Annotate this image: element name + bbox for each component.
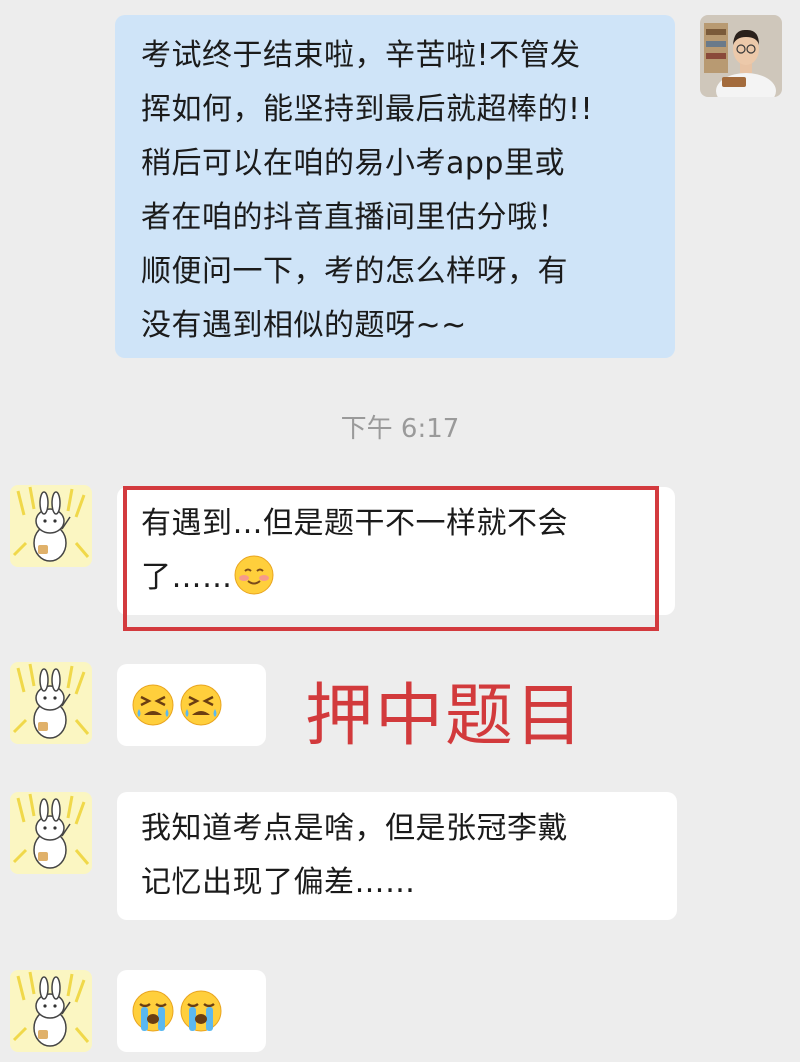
incoming-message-bubble[interactable]: 我知道考点是啥，但是张冠李戴 记忆出现了偏差…… <box>117 792 677 920</box>
student-avatar[interactable] <box>10 485 92 567</box>
loudly-crying-face-icon <box>180 990 222 1032</box>
student-avatar[interactable] <box>10 970 92 1052</box>
outgoing-message-bubble[interactable]: 考试终于结束啦，辛苦啦!不管发 挥如何，能坚持到最后就超棒的!! 稍后可以在咱的… <box>115 15 675 358</box>
bunny-sticker-icon <box>10 662 92 744</box>
incoming-emoji-bubble[interactable] <box>117 664 266 746</box>
timestamp: 下午 6:17 <box>340 414 460 444</box>
teacher-avatar[interactable] <box>700 15 782 97</box>
student-avatar[interactable] <box>10 662 92 744</box>
message-text: 考试终于结束啦，辛苦啦!不管发 挥如何，能坚持到最后就超棒的!! 稍后可以在咱的… <box>141 38 594 343</box>
tired-face-icon <box>132 684 174 726</box>
bunny-sticker-icon <box>10 485 92 567</box>
incoming-emoji-bubble[interactable] <box>117 970 266 1052</box>
tired-face-icon <box>180 684 222 726</box>
bunny-sticker-icon <box>10 792 92 874</box>
teacher-portrait-icon <box>700 15 782 97</box>
loudly-crying-face-icon <box>132 990 174 1032</box>
student-avatar[interactable] <box>10 792 92 874</box>
annotation-label: 押中题目 <box>305 677 586 756</box>
highlight-frame <box>123 486 659 631</box>
message-text: 我知道考点是啥，但是张冠李戴 记忆出现了偏差…… <box>141 811 568 900</box>
bunny-sticker-icon <box>10 970 92 1052</box>
